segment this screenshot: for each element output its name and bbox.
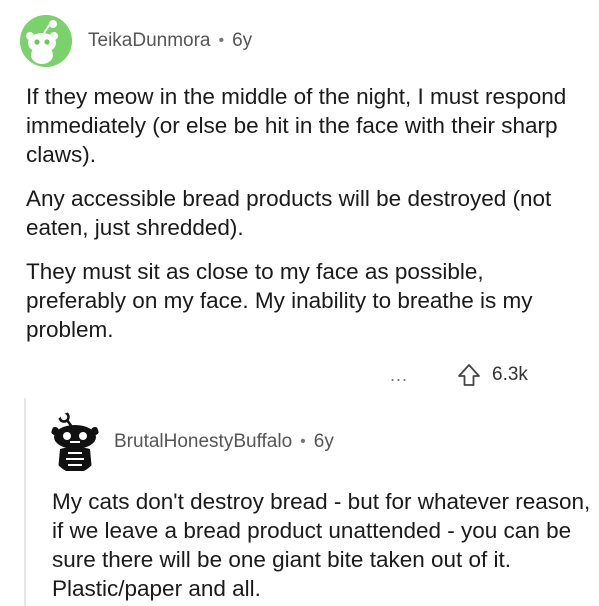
comment-meta: TeikaDunmora • 6y [88,30,252,52]
comment-paragraph: They must sit as close to my face as pos… [26,259,533,342]
comment-body: My cats don't destroy bread - but for wh… [52,487,592,603]
comment-paragraph: If they meow in the middle of the night,… [26,84,567,167]
username[interactable]: TeikaDunmora [88,30,211,52]
comment-paragraph: My cats don't destroy bread - but for wh… [52,489,591,601]
upvote-arrow-icon [458,364,480,386]
thread-line[interactable] [24,398,26,606]
comment-header: TeikaDunmora • 6y [20,13,252,69]
comment-age: 6y [232,30,253,51]
meta-separator: • [218,32,225,49]
snoo-avatar-icon [20,15,72,67]
snoo-skull-avatar-icon [51,411,99,471]
upvote-button[interactable]: 6.3k [456,362,528,388]
more-options-button[interactable]: ... [390,365,408,386]
avatar[interactable] [20,15,72,67]
comment-paragraph: Any accessible bread products will be de… [26,186,552,240]
comment-meta: BrutalHonestyBuffalo • 6y [114,431,334,453]
comment-actions: ... 6.3k [390,360,528,390]
comment-age: 6y [313,431,334,452]
comment-body: If they meow in the middle of the night,… [26,82,586,359]
vote-score: 6.3k [492,364,528,385]
comment-header: BrutalHonestyBuffalo • 6y [50,410,334,474]
avatar[interactable] [50,411,100,473]
meta-separator: • [300,433,306,450]
username[interactable]: BrutalHonestyBuffalo [114,431,292,453]
